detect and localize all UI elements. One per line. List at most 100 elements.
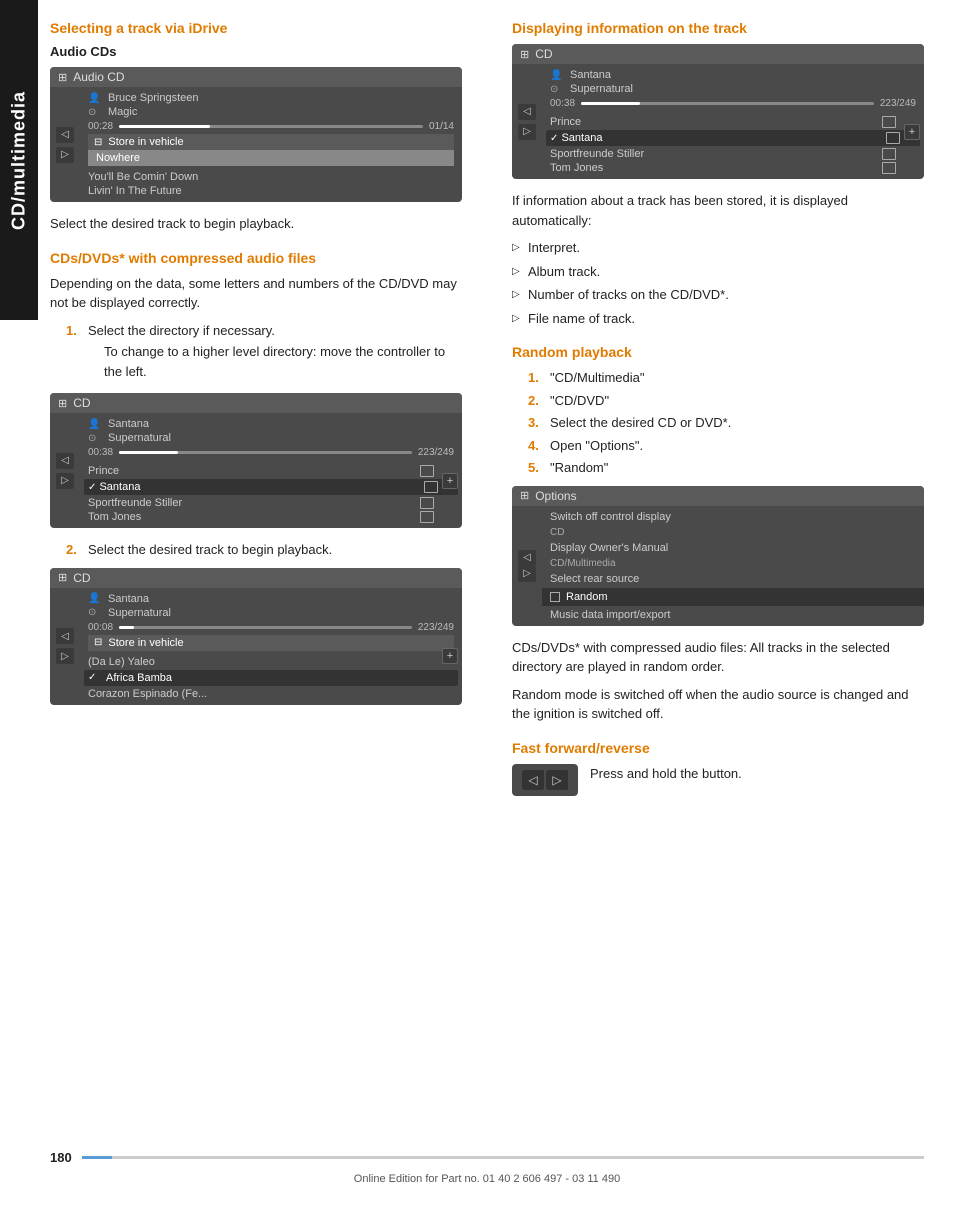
footer-divider-gray: [112, 1156, 924, 1159]
cd-header-3: CD: [73, 571, 90, 585]
cd-icon-3: ⊞: [58, 571, 67, 584]
plus-btn-r1[interactable]: +: [904, 124, 920, 140]
person-icon-3: 👤: [88, 593, 102, 604]
track-corazon: Corazon Espinado (Fe...: [88, 688, 207, 700]
cd-ui-right-1: ⊞ CD ◁ ▷ 👤 Santana ⊙: [512, 44, 924, 179]
album-r1: Supernatural: [570, 83, 633, 95]
nav-right-1[interactable]: ▷: [56, 147, 74, 163]
random-step-3: 3. Select the desired CD or DVD*.: [528, 413, 924, 433]
nav-left-3[interactable]: ◁: [56, 628, 74, 644]
disc-icon-r1: ⊙: [550, 84, 564, 95]
random-step-3-text: Select the desired CD or DVD*.: [550, 413, 731, 433]
nav-left-1[interactable]: ◁: [56, 127, 74, 143]
options-icon: ⊞: [520, 489, 529, 502]
cd-nav-2: ◁ ▷: [50, 413, 80, 528]
artist-r1: Santana: [570, 69, 611, 81]
forward-button[interactable]: ▷: [546, 770, 568, 790]
random-para-1: CDs/DVDs* with compressed audio files: A…: [512, 638, 924, 677]
sidebar-label: CD/multimedia: [0, 0, 38, 320]
options-nav-left[interactable]: ◁: [518, 550, 536, 566]
right-section-title: Displaying information on the track: [512, 20, 924, 36]
person-icon-1: 👤: [88, 93, 102, 104]
file-icon-prince-r1: [882, 116, 896, 128]
ff-section: ◁ ▷ Press and hold the button.: [512, 764, 924, 796]
list-item-number: Number of tracks on the CD/DVD*.: [512, 285, 924, 305]
options-nav: ◁ ▷: [512, 506, 542, 626]
track-santana-r1: Santana: [561, 132, 602, 144]
album-1: Magic: [108, 106, 137, 118]
option-music-import: Music data import/export: [542, 606, 924, 624]
total-1: 01/14: [429, 121, 454, 132]
file-icon-santana: [424, 481, 438, 493]
cd-nav-1: ◁ ▷: [50, 87, 80, 202]
cd-icon-r1: ⊞: [520, 48, 529, 61]
plus-btn-3[interactable]: +: [442, 648, 458, 664]
rewind-button[interactable]: ◁: [522, 770, 544, 790]
track-livin-1: Livin' In The Future: [88, 185, 182, 197]
step-2: 2. Select the desired track to begin pla…: [66, 540, 462, 560]
track-tom-r1: Tom Jones: [550, 162, 603, 174]
page-number: 180: [50, 1150, 72, 1165]
option-random: Random: [542, 588, 924, 606]
file-icon-sport: [420, 497, 434, 509]
album-2: Supernatural: [108, 432, 171, 444]
random-playback-title: Random playback: [512, 344, 924, 360]
store-label-3: Store in vehicle: [108, 637, 183, 649]
compressed-subtitle: CDs/DVDs* with compressed audio files: [50, 250, 462, 266]
step-1-text: Select the directory if necessary.: [88, 323, 275, 338]
file-icon-tom: [420, 511, 434, 523]
cd-ui-2: ⊞ CD ◁ ▷ 👤 Santana ⊙: [50, 393, 462, 528]
file-icon-prince: [420, 465, 434, 477]
nav-right-2[interactable]: ▷: [56, 473, 74, 489]
nav-left-2[interactable]: ◁: [56, 453, 74, 469]
track-tomjones-2: Tom Jones: [88, 511, 141, 523]
cd-nav-r1: ◁ ▷: [512, 64, 542, 179]
track-info-text: If information about a track has been st…: [512, 191, 924, 230]
time-r1: 00:38: [550, 98, 575, 109]
nav-left-r1[interactable]: ◁: [518, 104, 536, 120]
options-nav-right[interactable]: ▷: [518, 566, 536, 582]
cd-header-2: CD: [73, 396, 90, 410]
random-step-1: 1. "CD/Multimedia": [528, 368, 924, 388]
compressed-text: Depending on the data, some letters and …: [50, 274, 462, 313]
track-prince-r1: Prince: [550, 116, 581, 128]
footer-divider-blue: [82, 1156, 112, 1159]
plus-btn-2[interactable]: +: [442, 473, 458, 489]
time-bar-2: [119, 451, 412, 454]
artist-3: Santana: [108, 593, 149, 605]
track-youll-1: You'll Be Comin' Down: [88, 171, 198, 183]
track-santana-2: Santana: [99, 481, 140, 493]
audio-cd-header: Audio CD: [73, 70, 124, 84]
footer-text: Online Edition for Part no. 01 40 2 606 …: [50, 1171, 924, 1188]
list-item-filename: File name of track.: [512, 309, 924, 329]
random-step-4-text: Open "Options".: [550, 436, 643, 456]
artist-2: Santana: [108, 418, 149, 430]
nowhere-1: Nowhere: [96, 152, 140, 164]
nav-right-r1[interactable]: ▷: [518, 124, 536, 140]
file-icon-santana-r1: [886, 132, 900, 144]
option-select-rear: Select rear source: [542, 570, 924, 588]
track-info-list: Interpret. Album track. Number of tracks…: [512, 238, 924, 328]
list-item-album: Album track.: [512, 262, 924, 282]
random-step-2-text: "CD/DVD": [550, 391, 609, 411]
nav-right-3[interactable]: ▷: [56, 648, 74, 664]
step-2-text: Select the desired track to begin playba…: [88, 540, 332, 560]
option-switch-off: Switch off control display: [542, 508, 924, 526]
random-step-2: 2. "CD/DVD": [528, 391, 924, 411]
album-3: Supernatural: [108, 607, 171, 619]
artist-1: Bruce Springsteen: [108, 92, 199, 104]
left-section-title: Selecting a track via iDrive: [50, 20, 462, 36]
random-checkbox: [550, 592, 560, 602]
total-2: 223/249: [418, 447, 454, 458]
select-track-text-1: Select the desired track to begin playba…: [50, 214, 462, 234]
ff-button-box: ◁ ▷: [512, 764, 578, 796]
random-step-5-text: "Random": [550, 458, 608, 478]
cd-icon-1: ⊞: [58, 71, 67, 84]
audio-cd-ui-1: ⊞ Audio CD ◁ ▷ 👤 Bruce Springsteen: [50, 67, 462, 202]
time-1: 00:28: [88, 121, 113, 132]
time-bar-r1: [581, 102, 874, 105]
random-step-5: 5. "Random": [528, 458, 924, 478]
option-random-label: Random: [566, 591, 608, 603]
page-footer: 180 Online Edition for Part no. 01 40 2 …: [50, 1150, 924, 1196]
track-prince-2: Prince: [88, 465, 119, 477]
